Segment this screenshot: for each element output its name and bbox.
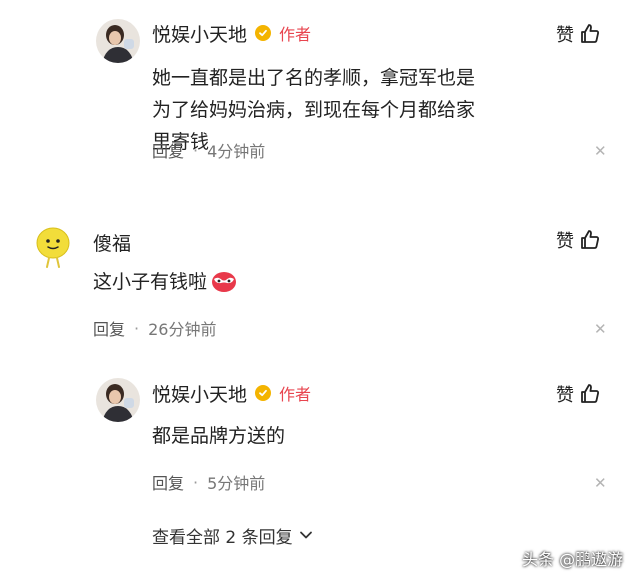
like-label: 赞 [556, 25, 574, 46]
comment-meta: 回复 · 4分钟前 [152, 138, 266, 162]
comment-time: 4分钟前 [207, 142, 266, 161]
smiley-avatar-icon [36, 227, 70, 268]
like-button[interactable]: 赞 [556, 226, 602, 254]
author-avatar-image [96, 19, 140, 63]
view-all-replies-label: 查看全部 2 条回复 [152, 527, 293, 548]
like-label: 赞 [556, 231, 574, 252]
verified-badge-icon [255, 385, 272, 401]
emoji-icon [212, 272, 237, 292]
avatar[interactable] [35, 226, 71, 268]
meta-separator: · [134, 318, 140, 338]
author-name[interactable]: 悦娱小天地 [152, 20, 247, 47]
chevron-down-icon [299, 531, 312, 539]
comment-meta: 回复 · 26分钟前 [93, 316, 217, 340]
thumbs-up-icon [581, 230, 600, 249]
comment-time: 26分钟前 [148, 320, 217, 339]
meta-separator: · [193, 472, 199, 492]
comment-text: 都是品牌方送的 [152, 425, 286, 447]
close-icon[interactable]: ✕ [594, 142, 607, 160]
author-avatar-image [96, 378, 140, 422]
close-icon[interactable]: ✕ [594, 474, 607, 492]
reply-button[interactable]: 回复 [93, 316, 125, 340]
like-button[interactable]: 赞 [556, 380, 602, 408]
reply-button[interactable]: 回复 [152, 470, 184, 494]
comment-time: 5分钟前 [207, 474, 266, 493]
author-name[interactable]: 傻福 [93, 229, 131, 256]
author-tag: 作者 [279, 25, 312, 44]
avatar[interactable] [96, 378, 140, 422]
reply-button[interactable]: 回复 [152, 138, 184, 162]
author-name[interactable]: 悦娱小天地 [152, 380, 247, 407]
like-button[interactable]: 赞 [556, 20, 602, 48]
view-all-replies-button[interactable]: 查看全部 2 条回复 [152, 522, 313, 548]
comment-text: 这小子有钱啦 [93, 271, 208, 293]
thumbs-up-icon [581, 384, 600, 403]
author-tag: 作者 [279, 385, 312, 404]
verified-badge-icon [255, 25, 272, 41]
like-label: 赞 [556, 385, 574, 406]
comment-meta: 回复 · 5分钟前 [152, 470, 266, 494]
thumbs-up-icon [581, 24, 600, 43]
meta-separator: · [193, 140, 199, 160]
avatar[interactable] [96, 19, 140, 63]
close-icon[interactable]: ✕ [594, 320, 607, 338]
watermark: 头条 @鹏遨游 [522, 550, 624, 569]
